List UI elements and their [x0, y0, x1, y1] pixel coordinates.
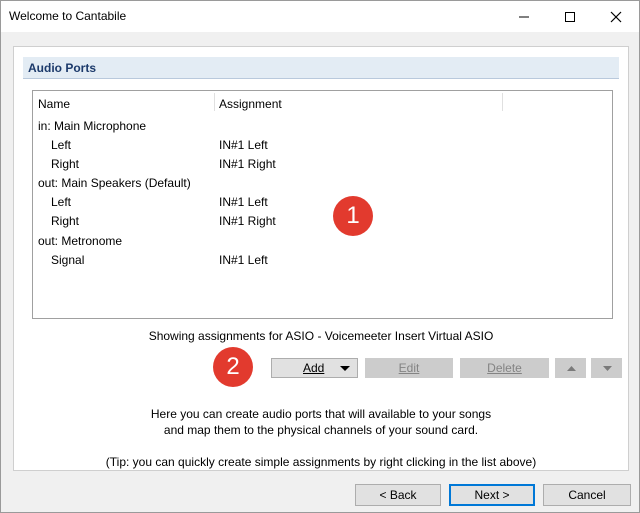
port-name: out: Main Speakers (Default) [38, 176, 191, 190]
window-title: Welcome to Cantabile [9, 9, 127, 23]
triangle-down-icon [603, 366, 612, 371]
edit-button[interactable]: Edit [365, 358, 453, 378]
list-item[interactable]: out: Metronome [33, 231, 612, 250]
close-button[interactable] [593, 1, 639, 32]
port-name: Left [51, 138, 72, 152]
section-header: Audio Ports [23, 57, 619, 79]
column-separator[interactable] [502, 93, 503, 111]
column-header-assignment[interactable]: Assignment [219, 97, 282, 111]
triangle-up-icon [567, 366, 576, 371]
help-text-line-1: Here you can create audio ports that wil… [150, 407, 492, 421]
delete-button-label: Delete [487, 361, 522, 375]
list-item[interactable]: in: Main Microphone [33, 116, 612, 135]
wizard-window: Welcome to Cantabile Audio Ports Name As… [0, 0, 640, 513]
column-separator[interactable] [214, 93, 215, 111]
port-assignment: IN#1 Left [219, 138, 268, 152]
callout-marker-1: 1 [333, 196, 373, 236]
port-name: Right [51, 157, 80, 171]
maximize-icon [565, 12, 575, 22]
next-button[interactable]: Next > [449, 484, 535, 506]
port-assignment: IN#1 Right [219, 214, 276, 228]
callout-marker-2: 2 [213, 347, 253, 387]
cancel-button[interactable]: Cancel [543, 484, 631, 506]
content-panel: Audio Ports Name Assignment in: Main Mic… [13, 46, 629, 471]
port-name: Signal [51, 253, 85, 267]
list-item[interactable]: Left IN#1 Left [33, 192, 612, 211]
list-item[interactable]: Left IN#1 Left [33, 135, 612, 154]
edit-button-label: Edit [398, 361, 420, 375]
tip-text: (Tip: you can quickly create simple assi… [105, 455, 537, 469]
add-button-label: Add [303, 361, 325, 375]
add-button[interactable]: Add [271, 358, 358, 378]
asio-status-text: Showing assignments for ASIO - Voicemeet… [148, 329, 494, 343]
port-assignment: IN#1 Right [219, 157, 276, 171]
port-name: Right [51, 214, 80, 228]
delete-button[interactable]: Delete [460, 358, 549, 378]
title-bar: Welcome to Cantabile [1, 1, 639, 32]
port-name: in: Main Microphone [38, 119, 147, 133]
list-item[interactable]: Signal IN#1 Left [33, 250, 612, 269]
move-up-button[interactable] [555, 358, 586, 378]
chevron-down-icon [340, 366, 350, 371]
column-header-name[interactable]: Name [38, 97, 70, 111]
list-item[interactable]: Right IN#1 Right [33, 154, 612, 173]
help-text-line-2: and map them to the physical channels of… [163, 423, 479, 437]
port-name: out: Metronome [38, 234, 123, 248]
back-button[interactable]: < Back [355, 484, 441, 506]
move-down-button[interactable] [591, 358, 622, 378]
minimize-button[interactable] [501, 1, 547, 32]
audio-ports-list[interactable]: Name Assignment in: Main Microphone Left… [32, 90, 613, 319]
section-title: Audio Ports [28, 61, 96, 75]
minimize-icon [519, 16, 529, 18]
port-assignment: IN#1 Left [219, 195, 268, 209]
port-name: Left [51, 195, 72, 209]
close-icon [610, 11, 622, 23]
maximize-button[interactable] [547, 1, 593, 32]
list-item[interactable]: out: Main Speakers (Default) [33, 173, 612, 192]
list-item[interactable]: Right IN#1 Right [33, 211, 612, 230]
port-assignment: IN#1 Left [219, 253, 268, 267]
